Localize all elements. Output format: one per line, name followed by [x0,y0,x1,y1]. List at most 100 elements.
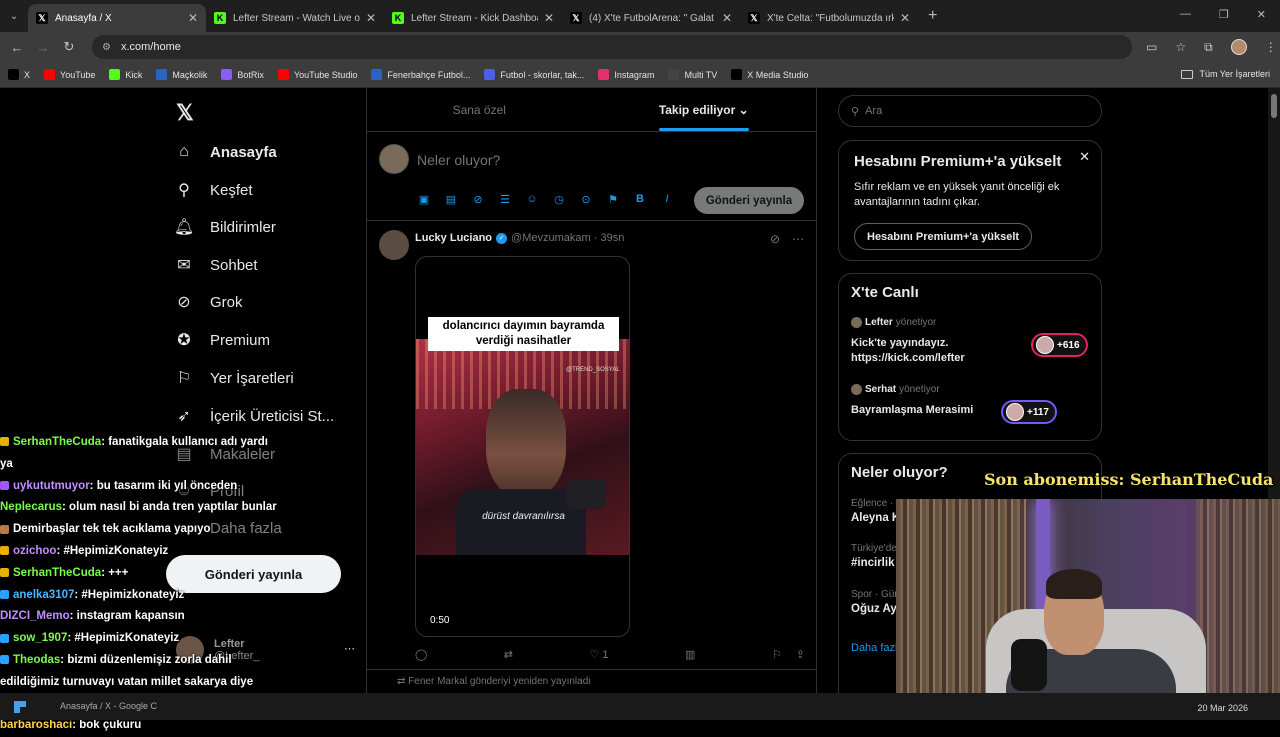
site-info-icon[interactable]: ⚙ [102,42,111,53]
gif-icon[interactable]: ▤ [444,192,458,206]
folder-icon [1181,69,1194,79]
trend-item[interactable]: Türkiye'de #incirlik [851,543,897,569]
schedule-icon[interactable]: ◷ [552,192,566,206]
chat-message: sow_1907: #HepimizKonateyiz [0,628,290,650]
browser-tab[interactable]: K Lefter Stream - Kick Dashboard ✕ [384,4,562,32]
repost-text[interactable]: Fener Markal gönderiyi yeniden yayınladı [408,676,591,687]
extensions-icon[interactable]: ⧉ [1204,40,1213,55]
flag-icon[interactable]: ⚑ [606,192,620,206]
premium-title: Hesabını Premium+'a yükselt [854,153,1062,170]
chat-message: Neplecarus: olum nasıl bi anda tren yapt… [0,497,290,519]
chat-badge-icon [0,633,9,643]
windows-start-icon[interactable] [14,701,26,713]
poll-icon[interactable]: ☰ [498,192,512,206]
listener-badge[interactable]: +616 [1031,333,1088,357]
close-icon[interactable]: ✕ [722,11,732,25]
reload-icon[interactable]: ↻ [56,39,82,55]
nav-item-premium[interactable]: ✪ Premium [174,330,270,350]
nav-item-rocket[interactable]: ➶ İçerik Üreticisi St... [174,406,334,426]
bookmark-item[interactable]: Fenerbahçe Futbol... [371,69,470,80]
menu-icon[interactable]: ⋮ [1265,40,1277,54]
search-input[interactable]: ⚲ Ara [838,95,1102,127]
emoji-icon[interactable]: ☺ [525,192,539,206]
bookmark-item[interactable]: YouTube [44,69,95,80]
bookmark-item[interactable]: Multi TV [668,69,717,80]
multitv-icon [668,69,680,80]
forward-icon[interactable]: → [30,40,56,55]
star-icon[interactable]: ☆ [1175,40,1186,54]
tweet-actions: ◯ ⇄ ♡ 1 ▥ ⚐ ⇪ [415,648,805,661]
all-bookmarks[interactable]: Tüm Yer İşaretleri [1181,69,1270,79]
retweet-icon[interactable]: ⇄ [504,648,513,661]
browser-tab[interactable]: 𝕏 X'te Celta: "Futbolumuzda ırkçıl ✕ [740,4,918,32]
nav-item-grok[interactable]: ⊘ Grok [174,292,242,312]
cast-icon[interactable]: ▭ [1146,40,1157,54]
bookmark-item[interactable]: X [8,69,30,80]
bookmark-item[interactable]: Futbol - skorlar, tak... [484,69,584,80]
trend-context: Spor · Gün [851,589,900,600]
restore-icon[interactable]: ❐ [1219,8,1229,21]
nav-item-bell[interactable]: 🔔︎ Bildirimler [174,217,276,237]
browser-tab[interactable]: 𝕏 (4) X'te FutbolArena: " Galat ✕ [562,4,740,32]
profile-avatar[interactable] [1230,39,1247,55]
nav-item-search[interactable]: ⚲ Keşfet [174,180,252,200]
scrollbar-thumb[interactable] [1271,94,1277,118]
close-icon[interactable]: ✕ [366,11,376,25]
close-icon[interactable]: ✕ [900,11,910,25]
bookmark-item[interactable]: Kick [109,69,142,80]
grok-icon[interactable]: ⊘ [471,192,485,206]
tweet[interactable]: Lucky Luciano ✓ @Mevzumakam · 39sn ⊘ ⋯ d… [367,222,816,670]
browser-tab[interactable]: 𝕏 Anasayfa / X ✕ [28,4,206,32]
x-logo-icon [8,69,19,80]
tab-search-icon[interactable]: ⌄ [0,0,28,32]
trend-item[interactable]: Spor · Gün Oğuz Ay [851,589,900,615]
like-button[interactable]: ♡ 1 [589,648,608,661]
image-icon[interactable]: ▣ [417,192,431,206]
tab-for-you[interactable]: Sana özel [367,88,592,131]
nav-item-home[interactable]: ⌂ Anasayfa [174,142,277,162]
tweet-author-name[interactable]: Lucky Luciano [415,232,492,244]
close-icon[interactable]: ✕ [188,11,198,25]
close-icon[interactable]: ✕ [544,11,554,25]
bookmark-icon[interactable]: ⚐ [772,648,782,661]
close-icon[interactable]: ✕ [1079,149,1090,165]
grok-icon[interactable]: ⊘ [770,232,780,246]
tweet-author-handle[interactable]: @Mevzumakam [511,232,591,244]
nav-item-bookmark[interactable]: ⚐ Yer İşaretleri [174,368,294,388]
tweet-time[interactable]: · 39sn [594,232,625,244]
bold-icon[interactable]: B [633,192,647,206]
location-icon[interactable]: ⊙ [579,192,593,206]
views-icon[interactable]: ▥ [685,648,695,661]
search-icon: ⚲ [178,182,190,199]
reply-icon[interactable]: ◯ [415,648,427,661]
premium-upsell-card: Hesabını Premium+'a yükselt ✕ Sıfır rekl… [838,140,1102,261]
live-space-item[interactable]: Lefter yönetiyor Kick'te yayındayız. https… [851,317,1091,366]
chat-username: DIZCI_Memo [0,610,70,623]
close-window-icon[interactable]: ✕ [1257,8,1266,21]
video-player[interactable]: dolancırıcı dayımın bayramda verdiği nas… [415,256,630,637]
bookmark-item[interactable]: YouTube Studio [277,69,357,80]
avatar[interactable] [379,230,409,260]
nav-item-mail[interactable]: ✉ Sohbet [174,255,257,275]
listener-badge[interactable]: +117 [1001,400,1057,424]
back-icon[interactable]: ← [4,40,30,55]
compose-post-button[interactable]: Gönderi yayınla [694,187,804,214]
tab-following[interactable]: Takip ediliyor ⌄ [592,88,817,131]
bookmark-item[interactable]: Instagram [598,69,654,80]
composer-input[interactable]: Neler oluyor? [417,152,500,168]
italic-icon[interactable]: I [660,192,674,206]
bookmark-item[interactable]: Maçkolik [156,69,207,80]
taskbar-date[interactable]: 20 Mar 2026 [1197,703,1248,713]
taskbar-task[interactable]: Anasayfa / X - Google C [60,701,157,711]
minimize-icon[interactable]: — [1180,8,1191,21]
address-bar[interactable]: ⚙ x.com/home [92,35,1132,59]
bookmark-item[interactable]: BotRix [221,69,264,80]
bookmark-item[interactable]: X Media Studio [731,69,808,80]
browser-tab[interactable]: K Lefter Stream - Watch Live on Ki ✕ [206,4,384,32]
share-icon[interactable]: ⇪ [796,648,805,661]
premium-upgrade-button[interactable]: Hesabını Premium+'a yükselt [854,223,1033,250]
x-logo-icon[interactable]: 𝕏 [176,100,194,126]
live-space-item[interactable]: Serhat yönetiyor Bayramlaşma Merasimi +117 [851,384,1091,424]
more-dots-icon[interactable]: ⋯ [792,232,804,246]
new-tab-button[interactable]: + [928,7,937,25]
